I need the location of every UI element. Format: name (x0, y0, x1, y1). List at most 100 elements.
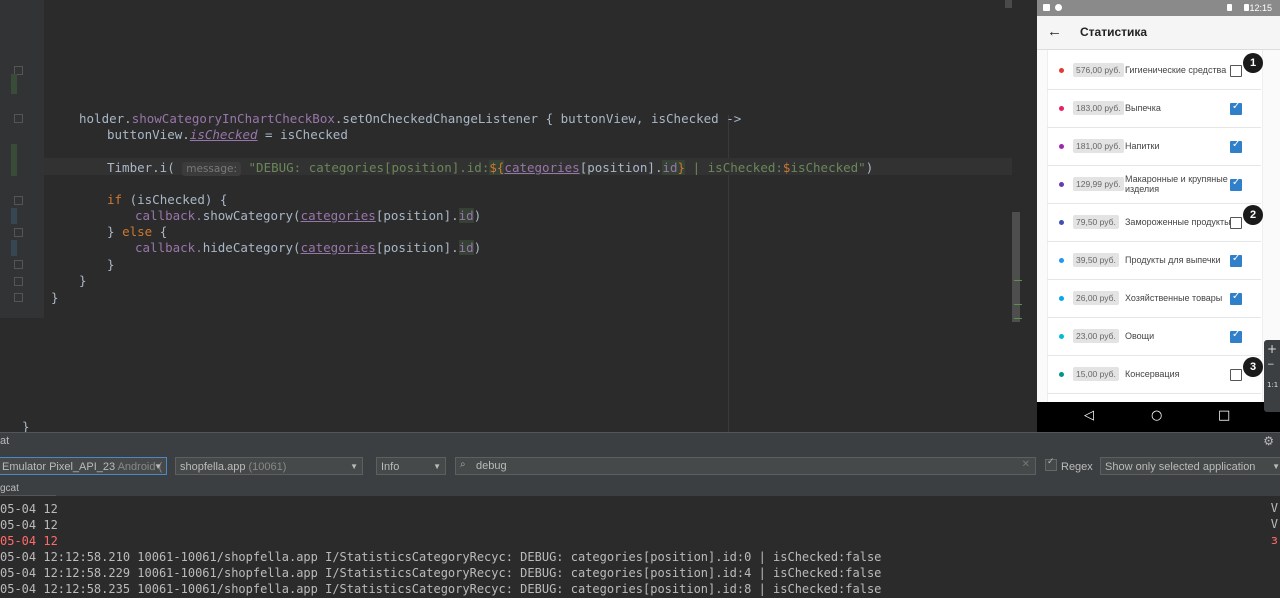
code-editor[interactable]: holder.showCategoryInChartCheckBox.setOn… (0, 0, 1037, 432)
code-token: .setOnCheckedChangeListener { buttonView… (334, 111, 742, 126)
scrollbar-thumb[interactable] (1012, 212, 1020, 322)
code-token: id (458, 208, 474, 223)
show-in-chart-checkbox[interactable] (1230, 369, 1242, 381)
code-token: [position]. (375, 240, 459, 255)
battery-icon (1244, 4, 1249, 11)
log-line[interactable]: 05-04 12:12:58.229 10061-10061/shopfella… (0, 565, 881, 581)
list-item[interactable]: 576,00 руб. Гигиенические средства 1 (1047, 51, 1263, 90)
category-name: Выпечка (1125, 103, 1161, 113)
signal-icon (1227, 4, 1232, 11)
notification-icon (1055, 4, 1062, 11)
code-token: categories (300, 240, 376, 255)
log-line[interactable]: 05-04 12:12:58.235 10061-10061/shopfella… (0, 581, 881, 597)
regex-checkbox[interactable]: Regex (1045, 457, 1093, 473)
log-level-value: Info (381, 461, 400, 473)
list-item[interactable]: 39,50 руб. Продукты для выпечки (1047, 241, 1261, 280)
device-select[interactable]: Emulator Pixel_API_23 Android (▼ (0, 457, 167, 475)
code-token: holder. (79, 111, 132, 126)
checkbox-checked-icon (1045, 457, 1057, 471)
code-token: isChecked" (790, 160, 866, 175)
list-item[interactable]: 23,00 руб. Овощи (1047, 317, 1261, 356)
code-token: ) (473, 240, 482, 255)
fold-marker-icon[interactable] (14, 114, 23, 123)
log-line[interactable]: 05-04 12 (0, 517, 58, 533)
code-token: = isChecked (257, 127, 348, 142)
code-line[interactable]: holder.showCategoryInChartCheckBox.setOn… (79, 110, 741, 127)
filter-select[interactable]: Show only selected application ▼ (1100, 457, 1280, 475)
code-token: id (458, 240, 474, 255)
search-input[interactable] (476, 458, 1016, 474)
android-nav-bar: ◁ ○ □ (1037, 402, 1280, 432)
show-in-chart-checkbox[interactable] (1230, 329, 1242, 343)
category-name: Хозяйственные товары (1125, 293, 1223, 303)
editor-scrollbar[interactable] (1012, 0, 1037, 432)
tab-logcat[interactable]: gcat (0, 483, 19, 494)
list-item[interactable]: 181,00 руб. Напитки (1047, 127, 1261, 166)
logcat-tab-strip: gcat (0, 482, 1280, 497)
code-line[interactable]: callback.hideCategory(categories[positio… (135, 239, 481, 256)
emulator-screen[interactable]: 12:15 ← Статистика 576,00 руб. Гигиеничес… (1037, 0, 1280, 432)
zoom-actual-button[interactable]: 1:1 (1267, 381, 1278, 389)
code-token: ) (865, 160, 874, 175)
editor-gutter-empty (0, 318, 44, 432)
category-color-dot (1059, 372, 1064, 377)
code-line[interactable]: callback.showCategory(categories[positio… (135, 207, 481, 224)
change-stripe[interactable] (1014, 318, 1022, 319)
show-in-chart-checkbox[interactable] (1230, 217, 1242, 229)
category-list[interactable]: 576,00 руб. Гигиенические средства 1 183,00… (1037, 50, 1280, 402)
change-stripe[interactable] (1014, 280, 1022, 281)
fold-marker-icon[interactable] (14, 277, 23, 286)
log-output[interactable]: 05-04 12 V 05-04 12 V 05-04 12 з 05-04 12:12:5… (0, 496, 1280, 598)
show-in-chart-checkbox[interactable] (1230, 253, 1242, 267)
arrow-left-icon[interactable]: ← (1047, 23, 1062, 40)
code-token: ${ (489, 160, 505, 175)
chevron-down-icon: ▼ (1272, 462, 1280, 471)
process-select[interactable]: shopfella.app (10061) ▼ (175, 457, 363, 475)
price-badge: 23,00 руб. (1073, 329, 1119, 343)
fold-marker-icon[interactable] (14, 293, 23, 302)
category-name: Макаронные и крупяные изделия (1125, 174, 1228, 194)
show-in-chart-checkbox[interactable] (1230, 101, 1242, 115)
fold-marker-icon[interactable] (14, 196, 23, 205)
nav-recent-icon[interactable]: □ (1218, 408, 1230, 423)
list-item[interactable]: 15,00 руб. Консервация 3 (1047, 355, 1263, 394)
list-item[interactable]: 79,50 руб. Замороженные продукты 2 (1047, 203, 1263, 242)
gear-icon[interactable]: ⚙ (1263, 434, 1274, 448)
log-line[interactable]: 05-04 12:12:58.210 10061-10061/shopfella… (0, 549, 881, 565)
price-badge: 129,99 руб. (1073, 177, 1124, 191)
code-token: [position]. (579, 160, 663, 175)
fold-marker-icon[interactable] (14, 260, 23, 269)
list-item[interactable]: 26,00 руб. Хозяйственные товары (1047, 279, 1261, 318)
show-in-chart-checkbox[interactable] (1230, 177, 1242, 191)
fold-marker-icon[interactable] (14, 228, 23, 237)
code-token: Timber.i( (107, 160, 175, 175)
show-in-chart-checkbox[interactable] (1230, 291, 1242, 305)
nav-back-icon[interactable]: ◁ (1084, 408, 1094, 423)
list-item[interactable]: 129,99 руб. Макаронные и крупяные изделия (1047, 165, 1261, 204)
category-color-dot (1059, 182, 1064, 187)
category-name: Овощи (1125, 331, 1155, 341)
code-line[interactable]: Timber.i( message: "DEBUG: categories[po… (107, 159, 873, 176)
emulator-zoom-controls: + − 1:1 (1264, 340, 1280, 412)
editor-gutter[interactable] (0, 0, 44, 318)
zoom-out-button[interactable]: − (1267, 360, 1275, 370)
show-in-chart-checkbox[interactable] (1230, 139, 1242, 153)
clear-search-icon[interactable]: ✕ (1022, 459, 1030, 470)
log-level-select[interactable]: Info ▼ (376, 457, 446, 475)
category-color-dot (1059, 68, 1064, 73)
code-line[interactable]: buttonView.isChecked = isChecked (107, 126, 348, 143)
nav-home-icon[interactable]: ○ (1151, 408, 1162, 423)
code-line[interactable]: } (22, 418, 30, 432)
zoom-in-button[interactable]: + (1267, 342, 1277, 356)
code-line[interactable]: } else { (107, 223, 167, 240)
code-line[interactable]: } (79, 272, 87, 289)
code-line[interactable]: } (51, 289, 59, 306)
change-stripe[interactable] (1014, 304, 1022, 305)
show-in-chart-checkbox[interactable] (1230, 65, 1242, 77)
list-item[interactable]: 183,00 руб. Выпечка (1047, 89, 1261, 128)
code-line[interactable]: } (107, 256, 115, 273)
log-line[interactable]: 05-04 12 (0, 533, 58, 549)
log-line[interactable]: 05-04 12 (0, 501, 58, 517)
code-line[interactable]: if (isChecked) { (107, 191, 227, 208)
category-color-dot (1059, 106, 1064, 111)
